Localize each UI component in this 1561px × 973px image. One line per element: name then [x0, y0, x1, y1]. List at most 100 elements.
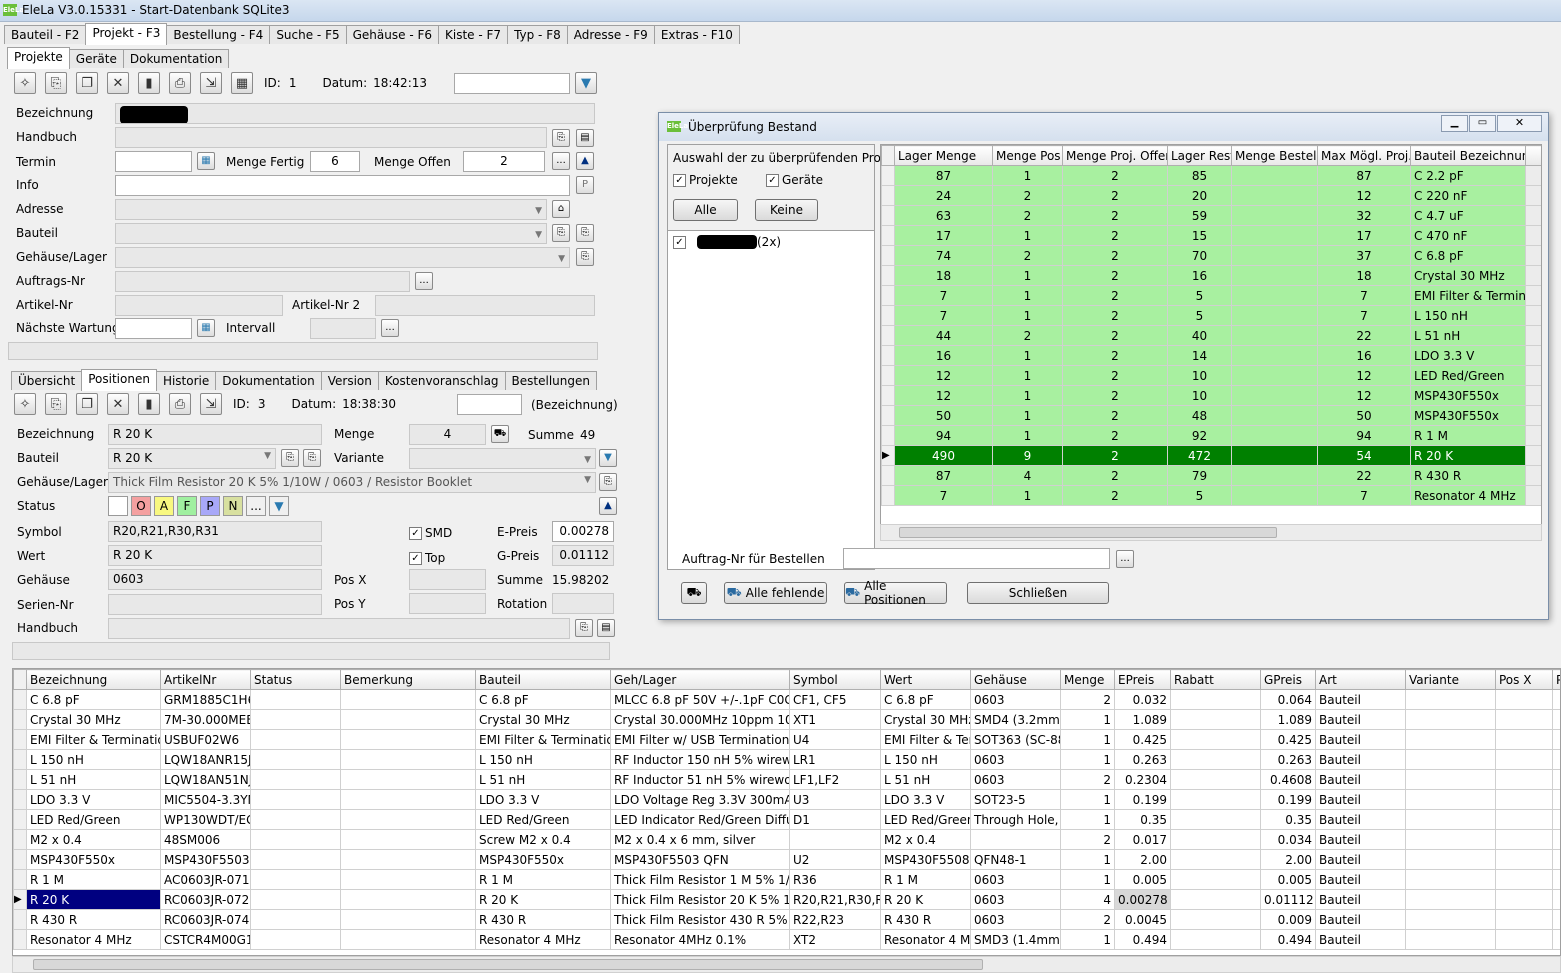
- new-icon[interactable]: ✧: [14, 72, 36, 94]
- gehaeuse-select[interactable]: ▼: [115, 247, 570, 268]
- schliessen-button[interactable]: Schließen: [967, 582, 1109, 604]
- status-button-a[interactable]: A: [154, 496, 174, 516]
- stock-row[interactable]: 50 1 2 48 50 MSP430F550x: [881, 405, 1541, 426]
- close-icon[interactable]: ✕: [1497, 115, 1542, 132]
- stock-row[interactable]: 71257L 150 nH: [881, 305, 1541, 326]
- auftrag-input[interactable]: [843, 548, 1110, 569]
- open-file-icon[interactable]: ⎘: [552, 129, 570, 147]
- stock-row[interactable]: 44 2 2 40 22 L 51 nH: [881, 325, 1541, 346]
- keine-button[interactable]: Keine: [755, 199, 818, 221]
- tab-main_tabs-4[interactable]: Gehäuse - F6: [345, 25, 440, 44]
- column-header[interactable]: Lager Rest: [1167, 145, 1232, 166]
- menge-offen-dots-button[interactable]: ...: [552, 152, 570, 170]
- artikel-nr2-field[interactable]: [375, 295, 595, 316]
- termin-input[interactable]: [115, 151, 192, 172]
- handbuch-field[interactable]: [115, 127, 547, 148]
- tab-pos_tabs-5[interactable]: Kostenvoranschlag: [377, 371, 506, 390]
- bezeichnung-field[interactable]: [115, 103, 595, 124]
- tab-pos_tabs-2[interactable]: Historie: [155, 371, 217, 390]
- filter-input[interactable]: [454, 73, 570, 94]
- auftrags-dots-button[interactable]: ...: [415, 272, 433, 290]
- pos-bezeichnung-field[interactable]: R 20 K: [108, 424, 322, 445]
- bauteil-select[interactable]: ▼: [115, 223, 547, 244]
- calculator-icon[interactable]: ▦: [231, 72, 253, 94]
- bauteil-link-icon[interactable]: ⎘: [303, 449, 321, 467]
- intervall-field[interactable]: [310, 318, 376, 339]
- column-header[interactable]: Bauteil Bezeichnung: [1410, 145, 1526, 166]
- status-button-f[interactable]: F: [177, 496, 197, 516]
- column-header[interactable]: Geh/Lager: [610, 669, 790, 690]
- calendar-icon[interactable]: ▦: [197, 319, 215, 337]
- status-dots-button[interactable]: ...: [246, 496, 266, 516]
- pos-handbuch-field[interactable]: [108, 618, 570, 639]
- stock-row[interactable]: 12 1 2 10 12 MSP430F550x: [881, 385, 1541, 406]
- menge-field[interactable]: 4: [409, 424, 486, 445]
- column-header[interactable]: Pos X: [1495, 669, 1553, 690]
- column-header[interactable]: Lager Menge: [894, 145, 993, 166]
- pos-gehaeuse-select[interactable]: Thick Film Resistor 20 K 5% 1/10W / 0603…: [108, 472, 596, 493]
- tab-main_tabs-1[interactable]: Projekt - F3: [85, 23, 168, 45]
- column-header[interactable]: Wert: [880, 669, 971, 690]
- tab-main_tabs-5[interactable]: Kiste - F7: [438, 25, 509, 44]
- trash-icon[interactable]: ▮: [138, 72, 160, 94]
- filter-icon[interactable]: ▼: [269, 496, 289, 516]
- column-header[interactable]: Symbol: [789, 669, 881, 690]
- browse-file-icon[interactable]: ▤: [597, 619, 615, 637]
- tab-pos_tabs-3[interactable]: Dokumentation: [215, 371, 322, 390]
- stock-row[interactable]: 71257EMI Filter & Terminat: [881, 285, 1541, 306]
- print-icon[interactable]: ⎙: [169, 72, 191, 94]
- column-header[interactable]: Status: [250, 669, 341, 690]
- tab-pos_tabs-6[interactable]: Bestellungen: [504, 371, 597, 390]
- delete-icon[interactable]: ✕: [107, 72, 129, 94]
- scrollbar-thumb[interactable]: [33, 959, 983, 970]
- stock-row[interactable]: 16 1 2 14 16 LDO 3.3 V: [881, 345, 1541, 366]
- tab-main_tabs-8[interactable]: Extras - F10: [653, 25, 740, 44]
- table-row[interactable]: L 51 nHLQW18AN51NJCL 51 nHRF Inductor 51…: [13, 769, 1560, 790]
- browse-file-icon[interactable]: ▤: [576, 129, 594, 147]
- duplicate-icon[interactable]: ❐: [76, 393, 98, 415]
- table-row[interactable]: R 1 M AC0603JR-071M R 1 M Thick Film Resist…: [13, 869, 1560, 890]
- stock-row[interactable]: 7 1 2 5 7 Resonator 4 MHz: [881, 485, 1541, 506]
- calendar-icon[interactable]: ▦: [197, 152, 215, 170]
- bauteil-edit-icon[interactable]: ⎘: [281, 449, 299, 467]
- stock-row[interactable]: 63 2 2 59 32 C 4.7 uF: [881, 205, 1541, 226]
- table-row[interactable]: LDO 3.3 V MIC5504-3.3YM LDO 3.3 V LDO Volta…: [13, 789, 1560, 810]
- stock-row[interactable]: 87 1 2 85 87 C 2.2 pF: [881, 165, 1541, 186]
- column-header[interactable]: ArtikelNr: [160, 669, 251, 690]
- print-icon[interactable]: ⎙: [169, 393, 191, 415]
- artikel-nr-field[interactable]: [115, 295, 283, 316]
- export-icon[interactable]: ⇲: [200, 393, 222, 415]
- serien-field[interactable]: [108, 594, 322, 615]
- open-file-icon[interactable]: ⎘: [575, 619, 593, 637]
- table-row[interactable]: C 6.8 pFGRM1885C1H6RC 6.8 pFMLCC 6.8 pF …: [13, 689, 1560, 710]
- variante-select[interactable]: ▼: [409, 448, 596, 469]
- position-filter-input[interactable]: [457, 394, 522, 415]
- alle-button[interactable]: Alle: [673, 199, 738, 221]
- status-empty-button[interactable]: [108, 496, 128, 516]
- tab-sub_tabs-2[interactable]: Dokumentation: [122, 49, 230, 68]
- tab-main_tabs-6[interactable]: Typ - F8: [507, 25, 568, 44]
- export-icon[interactable]: ⇲: [200, 72, 222, 94]
- stock-row[interactable]: 87 4 2 79 22 R 430 R: [881, 465, 1541, 486]
- sort-up-icon[interactable]: ▲: [576, 152, 594, 170]
- posy-field[interactable]: [409, 593, 486, 614]
- info-input[interactable]: [115, 175, 570, 196]
- tab-main_tabs-3[interactable]: Suche - F5: [269, 25, 347, 44]
- column-header[interactable]: Menge Bestellt: [1231, 145, 1318, 166]
- bauteil-link-icon[interactable]: ⎘: [576, 224, 594, 242]
- wartung-input[interactable]: [115, 318, 192, 339]
- tab-pos_tabs-4[interactable]: Version: [320, 371, 379, 390]
- table-row[interactable]: Crystal 30 MHz7M-30.000MEECCrystal 30 MH…: [13, 709, 1560, 730]
- alle-fehlende-button[interactable]: ⛟ Alle fehlende: [724, 582, 827, 604]
- rotation-field[interactable]: [552, 593, 614, 614]
- gehaeuse-link-icon[interactable]: ⎘: [599, 473, 617, 491]
- gehaeuse2-field[interactable]: 0603: [108, 569, 322, 590]
- gehaeuse-link-icon[interactable]: ⎘: [576, 248, 594, 266]
- trash-icon[interactable]: ▮: [138, 393, 160, 415]
- tab-pos_tabs-1[interactable]: Positionen: [81, 369, 157, 391]
- info-p-button[interactable]: P: [576, 176, 594, 194]
- tab-sub_tabs-0[interactable]: Projekte: [7, 47, 70, 69]
- table-row[interactable]: EMI Filter & Termination USBUF02W6 EMI Fil…: [13, 729, 1560, 750]
- address-home-icon[interactable]: ⌂: [552, 200, 570, 218]
- pos-bauteil-select[interactable]: R 20 K ▼: [108, 448, 276, 469]
